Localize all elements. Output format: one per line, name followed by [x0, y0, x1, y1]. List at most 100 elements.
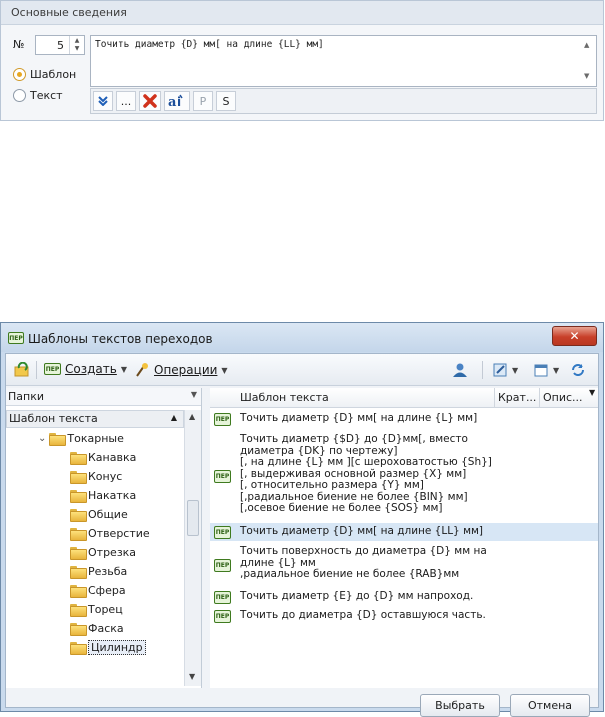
- radio-text[interactable]: Текст: [13, 89, 63, 102]
- delete-button[interactable]: [139, 91, 161, 111]
- table-row[interactable]: ПЕР Точить до диаметра {D} оставшуюся ча…: [210, 607, 598, 625]
- tree-node[interactable]: Сфера: [70, 582, 126, 599]
- s-button[interactable]: S: [216, 91, 236, 111]
- toolbar-separator: [36, 361, 37, 379]
- edit-toolbar: ... ai P S: [90, 88, 597, 114]
- tree-node-selected[interactable]: Цилиндр: [70, 639, 146, 656]
- row-text: Точить диаметр {E} до {D} мм напроход.: [240, 590, 474, 602]
- cancel-button[interactable]: Отмена: [510, 694, 590, 717]
- p-button[interactable]: P: [193, 91, 213, 111]
- column-header-template[interactable]: Шаблон текста: [240, 391, 329, 404]
- tree-scrollbar[interactable]: ▲ ▼: [184, 410, 201, 686]
- user-button[interactable]: [452, 362, 468, 378]
- scroll-thumb[interactable]: [187, 500, 199, 536]
- chevron-down-icon[interactable]: ▼: [191, 390, 197, 399]
- operations-label: Операции: [154, 363, 218, 377]
- tree-node[interactable]: Резьба: [70, 563, 127, 580]
- new-transition-icon: ПЕР: [44, 363, 61, 375]
- folder-icon: [70, 490, 87, 503]
- template-scrollbar[interactable]: ▲ ▼: [580, 36, 596, 86]
- table-row-selected[interactable]: ПЕР Точить диаметр {D} мм[ на длине {LL}…: [210, 523, 598, 541]
- tree-node-root[interactable]: ⌄ Токарные: [38, 430, 124, 447]
- folder-icon: [70, 585, 87, 598]
- select-button[interactable]: Выбрать: [420, 694, 500, 717]
- radio-template[interactable]: Шаблон: [13, 68, 76, 81]
- spellcheck-button[interactable]: ai: [164, 91, 190, 111]
- tree-node[interactable]: Фаска: [70, 620, 124, 637]
- refresh-button[interactable]: [570, 362, 586, 378]
- tree-node[interactable]: Торец: [70, 601, 123, 618]
- tree-node-label: Резьба: [88, 565, 128, 578]
- view-window-icon: [534, 364, 548, 377]
- tree-header-label: Шаблон текста: [9, 412, 98, 425]
- scroll-up-icon[interactable]: ▲: [189, 412, 195, 421]
- tree-node-label: Цилиндр: [88, 640, 146, 655]
- radio-unchecked-icon[interactable]: [13, 89, 26, 102]
- create-button[interactable]: ПЕР Создать ▼: [44, 362, 127, 376]
- row-text: Точить диаметр {D} мм[ на длине {L} мм]: [240, 412, 478, 424]
- radio-checked-icon[interactable]: [13, 68, 26, 81]
- folder-icon: [70, 642, 87, 655]
- number-value[interactable]: 5: [57, 39, 64, 52]
- edit-dropdown-button[interactable]: ▼: [492, 362, 518, 378]
- tree-node[interactable]: Накатка: [70, 487, 136, 504]
- number-label: №: [13, 38, 25, 51]
- column-header-short[interactable]: Крат...: [498, 391, 536, 404]
- svg-text:a: a: [168, 95, 177, 108]
- view-dropdown-button[interactable]: ▼: [533, 362, 559, 378]
- folder-tree: ⌄ Токарные Канавка Конус Накатка Общие О…: [6, 430, 184, 684]
- stepper-arrows-icon[interactable]: ▲ ▼: [69, 36, 84, 54]
- transition-icon: ПЕР: [214, 526, 231, 539]
- chevron-down-icon: ▼: [512, 365, 519, 375]
- sort-up-icon: ▲: [170, 413, 177, 422]
- panel-header: Основные сведения: [1, 1, 603, 25]
- scroll-down-icon[interactable]: ▼: [584, 72, 589, 80]
- table-row[interactable]: ПЕР Точить поверхность до диаметра {D} м…: [210, 543, 598, 587]
- tree-node-label: Накатка: [88, 489, 137, 502]
- user-icon: [453, 363, 467, 377]
- spellcheck-icon: ai: [168, 94, 183, 108]
- templates-dialog: ПЕР Шаблоны текстов переходов ✕ ПЕР Созд…: [0, 322, 604, 717]
- folder-icon: [70, 604, 87, 617]
- dialog-titlebar[interactable]: ПЕР Шаблоны текстов переходов ✕: [1, 323, 603, 352]
- tree-node[interactable]: Канавка: [70, 449, 136, 466]
- folder-icon: [70, 566, 87, 579]
- tree-node-label: Токарные: [67, 432, 124, 445]
- tree-node[interactable]: Отверстие: [70, 525, 150, 542]
- tree-node[interactable]: Отрезка: [70, 544, 136, 561]
- row-text: Точить до диаметра {D} оставшуюся часть.: [240, 609, 486, 621]
- row-text: Точить диаметр {D} мм[ на длине {LL} мм]: [240, 525, 484, 537]
- filter-icon[interactable]: ▼: [589, 388, 595, 397]
- toolbar-separator: [482, 361, 483, 379]
- expand-button[interactable]: [93, 91, 113, 111]
- tree-node[interactable]: Общие: [70, 506, 128, 523]
- chevron-down-icon: ▼: [120, 364, 127, 374]
- scroll-down-icon[interactable]: ▼: [189, 672, 195, 681]
- template-text[interactable]: Точить диаметр {D} мм[ на длине {LL} мм]: [95, 39, 324, 50]
- tree-node[interactable]: Конус: [70, 468, 122, 485]
- table-row[interactable]: ПЕР Точить диаметр {E} до {D} мм напрохо…: [210, 588, 598, 606]
- refresh-icon: [572, 364, 584, 376]
- chevron-down-icon: ▼: [221, 365, 228, 375]
- operations-button[interactable]: Операции ▼: [134, 362, 228, 378]
- number-stepper[interactable]: 5 ▲ ▼: [35, 35, 85, 55]
- transition-icon: ПЕР: [214, 413, 231, 426]
- folder-icon: [70, 452, 87, 465]
- folders-header[interactable]: Папки ▼: [6, 388, 201, 406]
- table-row[interactable]: ПЕР Точить диаметр {$D} до {D}мм[, вмест…: [210, 430, 598, 522]
- close-button[interactable]: ✕: [552, 326, 597, 346]
- tree-node-label: Общие: [88, 508, 128, 521]
- tree-column-header[interactable]: Шаблон текста ▲: [6, 410, 184, 428]
- column-separator[interactable]: [494, 388, 495, 408]
- browse-button[interactable]: ...: [116, 91, 136, 111]
- folder-icon: [70, 623, 87, 636]
- folder-icon: [49, 433, 67, 446]
- table-row[interactable]: ПЕР Точить диаметр {D} мм[ на длине {L} …: [210, 410, 598, 428]
- folder-icon: [70, 509, 87, 522]
- collapse-chevron-icon[interactable]: ⌄: [38, 433, 46, 444]
- scroll-up-icon[interactable]: ▲: [584, 41, 589, 49]
- column-header-description[interactable]: Опис...: [543, 391, 583, 404]
- refresh-tree-button[interactable]: [14, 362, 30, 378]
- template-text-area[interactable]: Точить диаметр {D} мм[ на длине {LL} мм]…: [90, 35, 597, 87]
- column-separator[interactable]: [539, 388, 540, 408]
